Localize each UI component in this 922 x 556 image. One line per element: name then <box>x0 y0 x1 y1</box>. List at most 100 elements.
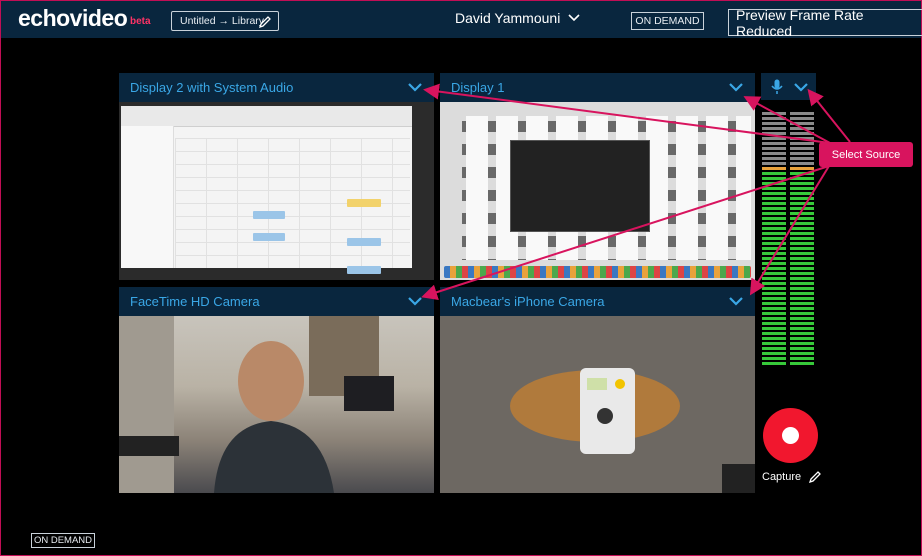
meter-segment <box>790 137 814 140</box>
desktop-screen-preview <box>440 102 755 280</box>
meter-segment <box>762 227 786 230</box>
meter-segment <box>790 182 814 185</box>
meter-segment <box>790 227 814 230</box>
meter-segment <box>762 342 786 345</box>
meter-segment <box>762 302 786 305</box>
source-title: Display 2 with System Audio <box>130 80 294 95</box>
meter-segment <box>762 242 786 245</box>
meter-segment <box>790 202 814 205</box>
meter-segment <box>790 152 814 155</box>
meter-segment <box>790 292 814 295</box>
meter-segment <box>790 187 814 190</box>
library-title-label: Untitled → Library <box>180 15 265 27</box>
chevron-down-icon <box>568 14 580 22</box>
source-header[interactable]: Display 1 <box>440 73 755 102</box>
meter-segment <box>762 172 786 175</box>
meter-segment <box>762 282 786 285</box>
source-preview <box>440 316 755 493</box>
meter-segment <box>790 162 814 165</box>
chevron-down-icon[interactable] <box>408 296 422 306</box>
meter-segment <box>790 322 814 325</box>
meter-segment <box>790 222 814 225</box>
meter-segment <box>762 312 786 315</box>
dock <box>444 266 751 278</box>
meter-segment <box>762 232 786 235</box>
source-title: FaceTime HD Camera <box>130 294 260 309</box>
meter-segment <box>762 112 786 115</box>
meter-segment <box>790 272 814 275</box>
capture-label: Capture <box>762 471 802 483</box>
meter-segment <box>790 127 814 130</box>
meter-segment <box>762 277 786 280</box>
beta-badge: beta <box>130 16 151 27</box>
meter-segment <box>790 252 814 255</box>
chevron-down-icon[interactable] <box>408 82 422 92</box>
meter-segment <box>762 257 786 260</box>
meter-segment <box>762 192 786 195</box>
meter-segment <box>762 337 786 340</box>
meter-segment <box>790 177 814 180</box>
meter-segment <box>790 132 814 135</box>
nested-app-window <box>510 140 650 232</box>
meter-segment <box>762 362 786 365</box>
on-demand-badge[interactable]: ON DEMAND <box>631 12 704 30</box>
meter-segment <box>790 197 814 200</box>
meter-segment <box>790 262 814 265</box>
source-header[interactable]: Macbear's iPhone Camera <box>440 287 755 316</box>
capture-settings[interactable]: Capture <box>762 470 822 484</box>
meter-segment <box>762 132 786 135</box>
pencil-icon[interactable] <box>808 470 822 484</box>
meter-segment <box>790 122 814 125</box>
source-preview <box>119 316 434 493</box>
chevron-down-icon[interactable] <box>729 296 743 306</box>
meter-segment <box>762 162 786 165</box>
meter-segment <box>790 247 814 250</box>
meter-segment <box>762 182 786 185</box>
meter-segment <box>762 127 786 130</box>
meter-segment <box>790 307 814 310</box>
source-header[interactable]: FaceTime HD Camera <box>119 287 434 316</box>
meter-segment <box>762 122 786 125</box>
meter-segment <box>790 347 814 350</box>
meter-segment <box>762 252 786 255</box>
audio-level-meter-left <box>762 112 786 367</box>
meter-segment <box>790 192 814 195</box>
meter-segment <box>790 282 814 285</box>
meter-segment <box>790 142 814 145</box>
meter-segment <box>790 112 814 115</box>
meter-segment <box>762 222 786 225</box>
meter-segment <box>790 287 814 290</box>
library-title-button[interactable]: Untitled → Library <box>171 11 279 31</box>
chevron-down-icon[interactable] <box>794 82 808 92</box>
meter-segment <box>762 327 786 330</box>
meter-segment <box>790 167 814 170</box>
meter-segment <box>790 312 814 315</box>
meter-segment <box>790 157 814 160</box>
chevron-down-icon[interactable] <box>729 82 743 92</box>
meter-segment <box>762 292 786 295</box>
source-title: Macbear's iPhone Camera <box>451 294 605 309</box>
camera-feed <box>119 316 434 493</box>
meter-segment <box>762 322 786 325</box>
meter-segment <box>762 207 786 210</box>
source-header[interactable]: Display 2 with System Audio <box>119 73 434 102</box>
source-preview <box>440 102 755 280</box>
source-title: Display 1 <box>451 80 505 95</box>
meter-segment <box>790 257 814 260</box>
meter-segment <box>790 237 814 240</box>
calendar-screen-preview <box>119 102 434 280</box>
meter-segment <box>790 302 814 305</box>
meter-segment <box>762 157 786 160</box>
meter-segment <box>790 277 814 280</box>
meter-segment <box>762 237 786 240</box>
audio-source-header[interactable] <box>761 73 816 100</box>
source-preview <box>119 102 434 280</box>
meter-segment <box>762 347 786 350</box>
meter-segment <box>790 117 814 120</box>
meter-segment <box>762 152 786 155</box>
record-button[interactable] <box>763 408 818 463</box>
app-logo: echovideo <box>18 5 128 31</box>
pencil-icon[interactable] <box>258 15 272 29</box>
meter-segment <box>790 172 814 175</box>
user-menu[interactable]: David Yammouni <box>455 10 580 26</box>
